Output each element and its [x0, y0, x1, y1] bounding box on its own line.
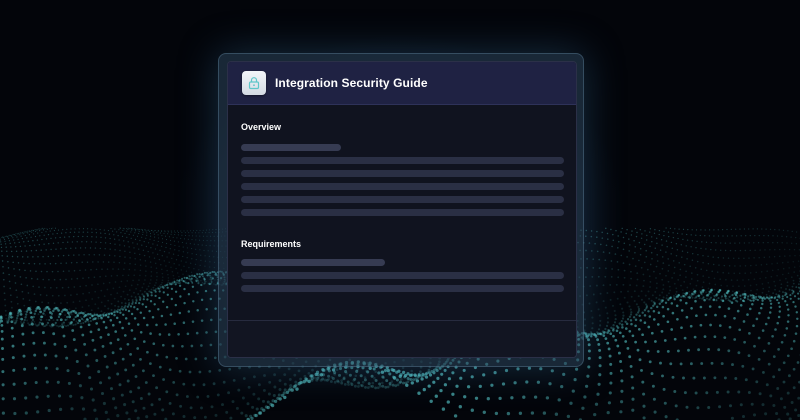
placeholder-line — [241, 170, 564, 177]
placeholder-line — [241, 144, 341, 151]
placeholder-line — [241, 285, 564, 292]
placeholder-line — [241, 157, 564, 164]
placeholder-line — [241, 259, 385, 266]
placeholder-line — [241, 272, 564, 279]
card-title: Integration Security Guide — [275, 76, 428, 90]
section-heading-overview: Overview — [241, 122, 282, 132]
security-guide-card: Integration Security Guide Overview Requ… — [227, 61, 577, 358]
card-footer — [228, 320, 576, 357]
placeholder-line — [241, 209, 564, 216]
section-heading-requirements: Requirements — [241, 239, 302, 249]
placeholder-line — [241, 196, 564, 203]
lock-icon — [242, 71, 266, 95]
placeholder-line — [241, 183, 564, 190]
card-body: Overview Requirements — [228, 105, 576, 320]
card-header: Integration Security Guide — [228, 62, 576, 105]
